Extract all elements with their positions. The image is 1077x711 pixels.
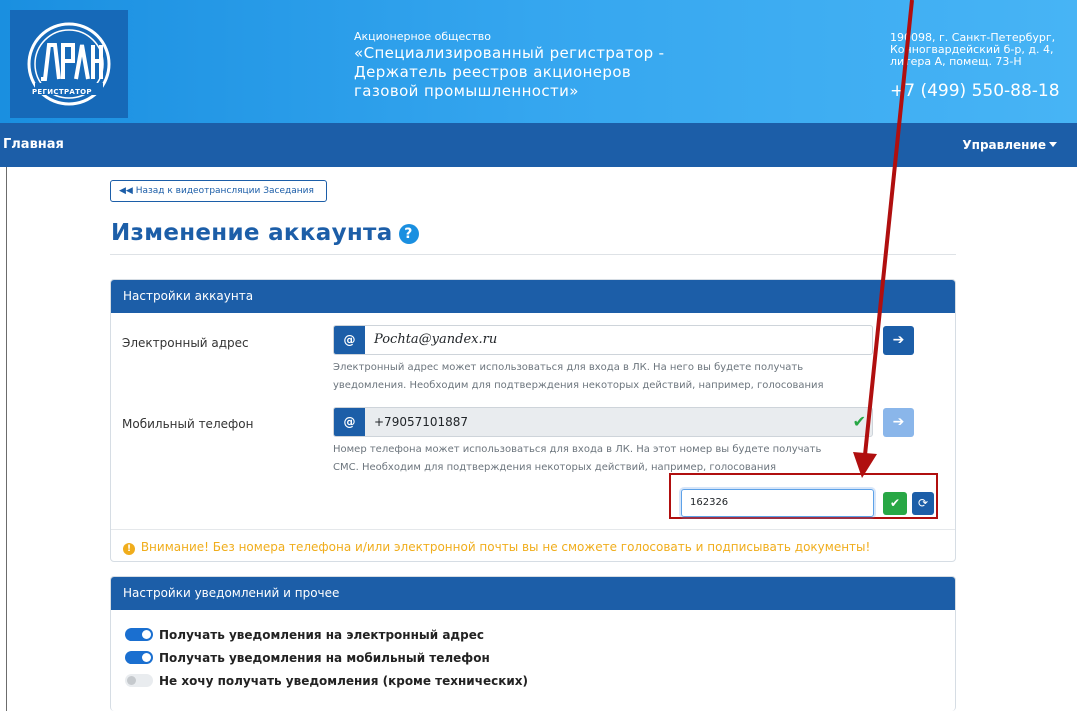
company-logo[interactable]: РЕГИСТРАТОР — [10, 10, 128, 118]
toggle-email-label: Получать уведомления на электронный адре… — [159, 628, 484, 642]
warning-text: Внимание! Без номера телефона и/или элек… — [140, 540, 871, 554]
phone-help-text: Номер телефона может использоваться для … — [333, 441, 873, 477]
phone-field[interactable]: @ +79057101887 ✔ — [333, 407, 873, 437]
page-title: Изменение аккаунта? — [111, 220, 419, 246]
warning-row: ! Внимание! Без номера телефона и/или эл… — [111, 529, 955, 561]
toggle-email-notifications[interactable]: Получать уведомления на электронный адре… — [125, 628, 484, 642]
phone-value: +79057101887 — [374, 415, 469, 429]
check-icon: ✔ — [889, 496, 901, 510]
help-icon[interactable]: ? — [398, 224, 419, 244]
toggle-no-notifications[interactable]: Не хочу получать уведомления (кроме техн… — [125, 674, 528, 688]
title-divider — [110, 254, 956, 255]
toggle-phone-notifications[interactable]: Получать уведомления на мобильный телефо… — [125, 651, 490, 665]
warning-message: ! Внимание! Без номера телефона и/или эл… — [123, 540, 870, 555]
email-help-line-1: Электронный адрес может использоваться д… — [333, 362, 804, 373]
logo-caption: РЕГИСТРАТОР — [32, 88, 92, 96]
company-type: Акционерное общество — [354, 30, 491, 43]
toggle-none-label: Не хочу получать уведомления (кроме техн… — [159, 674, 528, 688]
resend-code-button[interactable]: ⟳ — [912, 492, 934, 515]
toggle-phone-label: Получать уведомления на мобильный телефо… — [159, 651, 490, 665]
address-line-3: литера А, помещ. 73-Н — [890, 55, 1022, 68]
company-name-line-3: газовой промышленности» — [354, 82, 579, 100]
email-value: Pochta@yandex.ru — [374, 332, 498, 347]
back-to-stream-button[interactable]: ◀◀ Назад к видеотрансляции Заседания — [110, 180, 327, 202]
email-submit-button[interactable]: ➔ — [883, 326, 914, 355]
account-settings-header: Настройки аккаунта — [111, 280, 955, 313]
email-field[interactable]: @ Pochta@yandex.ru — [333, 325, 873, 355]
account-settings-card: Настройки аккаунта Электронный адрес @ P… — [110, 279, 956, 562]
nav-home-link[interactable]: Главная — [3, 137, 64, 152]
email-help-text: Электронный адрес может использоваться д… — [333, 359, 873, 395]
toggle-switch-off[interactable] — [125, 674, 153, 687]
site-header: РЕГИСТРАТОР Акционерное общество «Специа… — [0, 0, 1077, 123]
phone-help-line-1: Номер телефона может использоваться для … — [333, 444, 822, 455]
arrow-right-icon: ➔ — [892, 332, 905, 348]
email-help-line-2: уведомления. Необходим для подтверждения… — [333, 380, 824, 391]
main-navbar: Главная Управление — [0, 123, 1077, 167]
company-name-line-2: Держатель реестров акционеров — [354, 63, 632, 81]
email-label: Электронный адрес — [122, 336, 249, 350]
company-name-block: Акционерное общество «Специализированный… — [354, 30, 665, 101]
left-edge-line — [6, 167, 7, 711]
toggle-switch-on[interactable] — [125, 651, 153, 664]
at-icon: @ — [334, 326, 365, 354]
contact-block: 190098, г. Санкт-Петербург, Конногвардей… — [890, 32, 1070, 102]
phone-label: Мобильный телефон — [122, 417, 254, 431]
toggle-switch-on[interactable] — [125, 628, 153, 641]
page-title-text: Изменение аккаунта — [111, 220, 393, 246]
notification-settings-header: Настройки уведомлений и прочее — [111, 577, 955, 610]
refresh-icon: ⟳ — [917, 496, 929, 510]
caret-down-icon — [1049, 142, 1057, 147]
sms-code-input[interactable]: 162326 — [681, 489, 874, 517]
contact-phone[interactable]: +7 (499) 550-88-18 — [890, 80, 1070, 102]
nav-manage-label: Управление — [962, 138, 1046, 152]
arrow-right-icon: ➔ — [892, 414, 905, 430]
check-icon: ✔ — [852, 412, 866, 431]
at-icon: @ — [334, 408, 365, 436]
notification-settings-card: Настройки уведомлений и прочее Получать … — [110, 576, 956, 711]
confirm-code-button[interactable]: ✔ — [883, 492, 907, 515]
phone-submit-button[interactable]: ➔ — [883, 408, 914, 437]
company-name-line-1: «Специализированный регистратор - — [354, 44, 665, 62]
nav-manage-dropdown[interactable]: Управление — [962, 138, 1057, 152]
exclamation-icon: ! — [123, 543, 135, 555]
